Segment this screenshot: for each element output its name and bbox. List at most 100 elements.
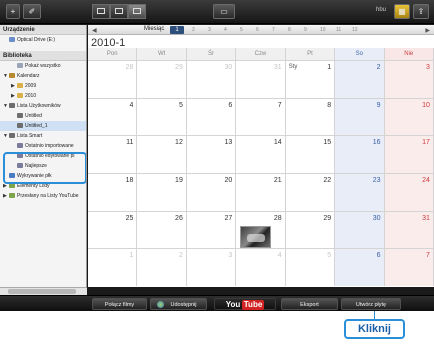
grid-view-button[interactable] xyxy=(110,4,128,19)
calendar-day[interactable]: 6 xyxy=(335,249,385,287)
scrollbar-thumb[interactable] xyxy=(8,289,76,294)
calendar-day[interactable]: 11 xyxy=(88,136,138,174)
calendar-day[interactable]: 5 xyxy=(137,98,187,136)
thumbnail-size-button[interactable]: ▦ xyxy=(394,4,410,19)
calendar-day[interactable]: 26 xyxy=(137,211,187,249)
month-tab[interactable]: 11 xyxy=(336,27,341,33)
share-button[interactable]: Udostępnij xyxy=(150,298,207,310)
day-number: 3 xyxy=(228,252,233,260)
calendar-day[interactable]: 27 xyxy=(187,211,237,249)
calendar-day[interactable]: 18 xyxy=(88,174,138,211)
current-month-tab[interactable]: 1 xyxy=(170,26,184,34)
calendar-day[interactable]: 10 xyxy=(384,98,434,136)
calendar-day[interactable]: 1 xyxy=(88,249,138,287)
calendar-day[interactable]: 25 xyxy=(88,211,138,249)
calendar-day[interactable]: 7 xyxy=(384,249,434,287)
export-button[interactable]: Eksport xyxy=(281,298,338,310)
bottom-toolbar: Połącz filmy Udostępnij You Tube Eksport… xyxy=(0,295,434,311)
calendar-day[interactable]: 4 xyxy=(88,98,138,136)
month-tab[interactable]: 12 xyxy=(352,27,358,33)
month-tab[interactable]: 8 xyxy=(288,27,291,33)
sidebar-item[interactable]: ▼ Lista Smart xyxy=(0,131,86,141)
thumbnail-icon: ▦ xyxy=(398,7,406,16)
calendar-day[interactable]: 6 xyxy=(187,98,237,136)
calendar-day[interactable]: 5 xyxy=(286,249,336,287)
calendar-day[interactable]: 7 xyxy=(236,98,286,136)
calendar-day[interactable]: 4 xyxy=(236,249,286,287)
calendar-day[interactable]: 19 xyxy=(137,174,187,211)
calendar-day[interactable]: 22 xyxy=(286,174,336,211)
calendar-day[interactable]: 20 xyxy=(187,174,237,211)
day-number: 1 xyxy=(129,252,134,260)
video-thumbnail[interactable] xyxy=(240,225,272,248)
sidebar-item[interactable]: Optical Drive (E:) xyxy=(0,35,86,45)
month-tab[interactable]: 10 xyxy=(320,27,326,33)
calendar-grid: Pon Wt Śr Czw Pt So Nie 28 29 30 31 1 Sty 2 3 4 5 6 7 8 9 10… xyxy=(88,48,434,287)
sidebar-item[interactable]: ▼ Kalendarz xyxy=(0,71,86,81)
day-number: 21 xyxy=(273,177,282,185)
sidebar-item-label: Lista Smart xyxy=(17,133,43,139)
sidebar-item[interactable]: ▼ Lista Użytkowników xyxy=(0,101,86,111)
day-number: 27 xyxy=(224,214,233,222)
youtube-logo-you: You xyxy=(225,300,241,309)
upload-button[interactable]: ⇪ xyxy=(413,4,429,19)
create-disc-button[interactable]: Utwórz płytę xyxy=(341,298,401,310)
calendar-day[interactable]: 24 xyxy=(384,174,434,211)
next-month-icon[interactable]: ▶ xyxy=(425,27,430,34)
sidebar-item[interactable]: ▶ Przesłany na Listy YouTube xyxy=(0,191,86,201)
calendar-day[interactable]: 9 xyxy=(335,98,385,136)
sidebar-item[interactable]: Untitled_1 xyxy=(0,121,86,131)
slideshow-button[interactable]: ▭ xyxy=(213,4,235,19)
month-tab[interactable]: 6 xyxy=(256,27,259,33)
sidebar-item[interactable]: ▶ 2010 xyxy=(0,91,86,101)
day-number: 31 xyxy=(273,64,282,71)
sidebar-item[interactable]: Untitled xyxy=(0,111,86,121)
calendar-day[interactable]: 23 xyxy=(335,174,385,211)
calendar-day[interactable]: 14 xyxy=(236,136,286,174)
sidebar-item-label: 2009 xyxy=(25,83,37,89)
list-view-icon xyxy=(97,8,105,14)
day-number: 4 xyxy=(277,252,282,260)
calendar-day[interactable]: 21 xyxy=(236,174,286,211)
month-tab[interactable]: 9 xyxy=(304,27,307,33)
calendar-day[interactable]: 29 xyxy=(137,61,187,98)
calendar-day[interactable]: 2 xyxy=(335,61,385,98)
sidebar-item[interactable]: Ostatnio importowane xyxy=(0,141,86,151)
month-tab[interactable]: 7 xyxy=(272,27,275,33)
calendar-day[interactable]: 8 xyxy=(286,98,336,136)
calendar-day[interactable]: 30 xyxy=(335,211,385,249)
calendar-day[interactable]: 28 xyxy=(236,211,286,249)
calendar-day[interactable]: 3 xyxy=(187,249,237,287)
combine-films-button[interactable]: Połącz filmy xyxy=(92,298,147,310)
day-number: 13 xyxy=(224,139,233,147)
sidebar-item[interactable]: Pokaż wszystko xyxy=(0,61,86,71)
film-icon xyxy=(17,123,23,129)
month-tab[interactable]: 2 xyxy=(192,27,195,33)
calendar-day[interactable]: 28 xyxy=(88,61,138,98)
calendar-day[interactable]: 2 xyxy=(137,249,187,287)
month-tab[interactable]: 3 xyxy=(208,27,211,33)
calendar-day[interactable]: 3 xyxy=(384,61,434,98)
calendar-day[interactable]: 15 xyxy=(286,136,336,174)
youtube-button[interactable]: You Tube xyxy=(214,298,276,310)
calendar-day[interactable]: 31 xyxy=(384,211,434,249)
calendar-day[interactable]: 16 xyxy=(335,136,385,174)
month-tab[interactable]: 4 xyxy=(224,27,227,33)
calendar-day[interactable]: 30 xyxy=(187,61,237,98)
list-view-button[interactable] xyxy=(92,4,110,19)
calendar-day[interactable]: 12 xyxy=(137,136,187,174)
previous-month-icon[interactable]: ◀ xyxy=(92,27,97,34)
month-tab[interactable]: 5 xyxy=(240,27,243,33)
calendar-week: 18 19 20 21 22 23 24 xyxy=(88,173,434,211)
sidebar-item[interactable]: ▶ 2009 xyxy=(0,81,86,91)
sidebar-scrollbar[interactable] xyxy=(0,287,87,295)
day-number: 12 xyxy=(175,139,183,147)
tools-button[interactable]: ✐ xyxy=(23,4,41,19)
add-button[interactable]: + xyxy=(6,4,20,19)
calendar-day[interactable]: 17 xyxy=(384,136,434,174)
calendar-view-button[interactable] xyxy=(128,4,146,19)
calendar-day[interactable]: 31 xyxy=(236,61,286,98)
calendar-day[interactable]: 29 xyxy=(286,211,336,249)
calendar-day[interactable]: 1 Sty xyxy=(286,61,336,98)
calendar-day[interactable]: 13 xyxy=(187,136,237,174)
